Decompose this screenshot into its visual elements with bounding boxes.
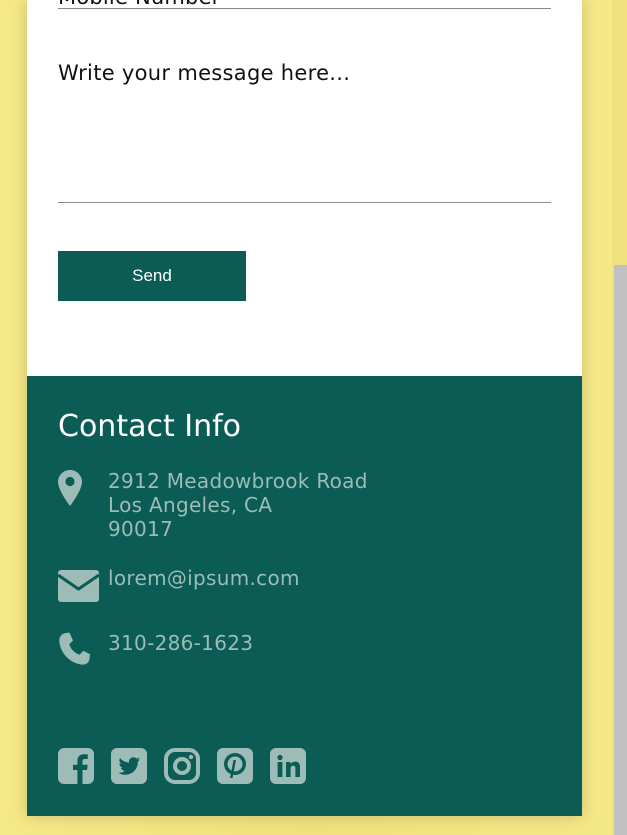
pinterest-icon[interactable] xyxy=(217,748,253,784)
address-line-2: Los Angeles, CA xyxy=(108,493,273,517)
message-underline xyxy=(58,202,551,203)
linkedin-icon[interactable] xyxy=(270,748,306,784)
facebook-icon[interactable] xyxy=(58,748,94,784)
contact-info-panel: Contact Info 2912 Meadowbrook Road Los A… xyxy=(27,376,582,816)
envelope-icon xyxy=(58,570,99,602)
scrollbar-thumb[interactable] xyxy=(614,265,627,835)
phone-icon xyxy=(58,632,90,666)
email-text[interactable]: lorem@ipsum.com xyxy=(108,566,300,590)
mobile-number-field[interactable]: Mobile Number xyxy=(58,0,221,8)
phone-text[interactable]: 310-286-1623 xyxy=(108,631,253,655)
send-button[interactable]: Send xyxy=(58,251,246,301)
map-pin-icon xyxy=(58,470,82,506)
mobile-number-underline xyxy=(58,8,551,9)
message-textarea[interactable]: Write your message here... xyxy=(58,58,551,188)
address-text: 2912 Meadowbrook Road Los Angeles, CA 90… xyxy=(108,469,368,541)
contact-card: Mobile Number Write your message here...… xyxy=(27,0,582,816)
address-line-3: 90017 xyxy=(108,517,174,541)
address-line-1: 2912 Meadowbrook Road xyxy=(108,469,368,493)
instagram-icon[interactable] xyxy=(164,748,200,784)
contact-form: Mobile Number Write your message here...… xyxy=(27,0,582,376)
contact-info-title: Contact Info xyxy=(58,409,242,444)
twitter-icon[interactable] xyxy=(111,748,147,784)
